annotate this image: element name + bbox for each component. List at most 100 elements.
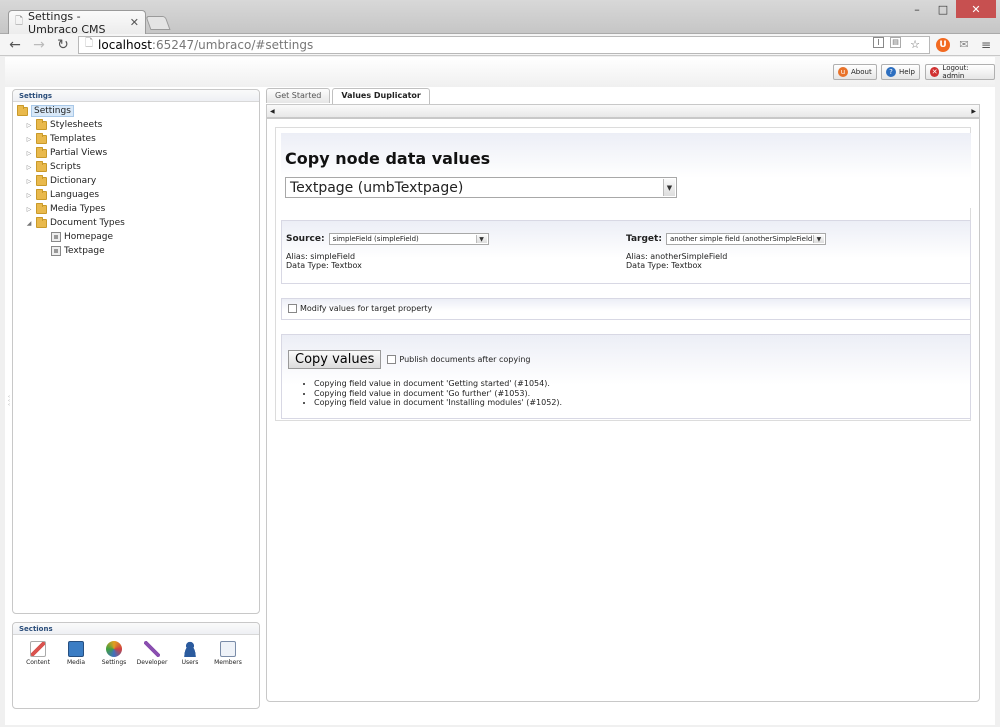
- page-icon: 🗋: [85, 38, 94, 49]
- doctype-box: Copy node data values Textpage (umbTextp…: [281, 133, 971, 208]
- tree-item-homepage[interactable]: Homepage: [17, 230, 255, 244]
- media-icon: [68, 641, 84, 657]
- source-alias: Alias: simpleField: [286, 252, 356, 261]
- section-users[interactable]: Users: [175, 641, 205, 666]
- target-label: Target:: [626, 234, 662, 244]
- maximize-button[interactable]: □: [930, 0, 956, 18]
- tree-item-templates[interactable]: ▷ Templates: [17, 132, 255, 146]
- collapse-arrow-icon[interactable]: ◢: [25, 220, 33, 227]
- modify-label: Modify values for target property: [300, 304, 433, 313]
- window-close-button[interactable]: ✕: [956, 0, 996, 18]
- page-icon: 🗋: [15, 16, 24, 27]
- folder-icon: [36, 188, 47, 200]
- help-icon: ?: [886, 67, 896, 77]
- page-title: Copy node data values: [285, 149, 491, 168]
- tree-item-label: Stylesheets: [50, 120, 103, 130]
- url-host: localhost: [98, 37, 152, 52]
- folder-icon: [36, 174, 47, 186]
- copy-values-button[interactable]: Copy values: [288, 350, 382, 369]
- tree-item-textpage[interactable]: Textpage: [17, 244, 255, 258]
- doctype-selected-value: Textpage (umbTextpage): [290, 179, 464, 196]
- back-arrow-icon[interactable]: ←: [6, 36, 24, 54]
- tree-item-label: Dictionary: [50, 176, 97, 186]
- modify-checkbox[interactable]: [288, 304, 297, 313]
- folder-icon: [36, 216, 47, 228]
- menu-icon[interactable]: ≡: [978, 37, 994, 53]
- target-select[interactable]: another simple field (anotherSimpleField…: [665, 233, 826, 245]
- doctype-select[interactable]: Textpage (umbTextpage) ▼: [285, 177, 677, 198]
- folder-icon: [36, 118, 47, 130]
- bookmark-star-icon[interactable]: ☆: [907, 37, 923, 53]
- tree-item-document-types[interactable]: ◢ Document Types: [17, 216, 255, 230]
- modify-box: Modify values for target property: [281, 298, 971, 320]
- section-label: Developer: [136, 659, 168, 666]
- copy-row: Copy values Publish documents after copy…: [288, 350, 530, 369]
- tab-close-icon[interactable]: ✕: [130, 16, 139, 29]
- expand-arrow-icon[interactable]: ▷: [25, 164, 33, 171]
- tree-item-label: Media Types: [50, 204, 106, 214]
- expand-arrow-icon[interactable]: ▷: [25, 150, 33, 157]
- section-label: Members: [214, 659, 242, 666]
- tab-values-duplicator[interactable]: Values Duplicator: [332, 88, 430, 104]
- publish-row: Publish documents after copying: [387, 355, 530, 364]
- expand-arrow-icon[interactable]: ▷: [25, 206, 33, 213]
- members-card-icon: [220, 641, 236, 657]
- umbraco-topbar: u About ? Help ✕ Logout: admin: [5, 57, 995, 87]
- tab-scroll-bar[interactable]: ◀ ▶: [266, 104, 980, 118]
- reader-icon[interactable]: I: [873, 36, 884, 48]
- window-controls: – □ ✕: [904, 0, 996, 18]
- mail-icon[interactable]: ✉: [956, 37, 972, 53]
- tree-item-dictionary[interactable]: ▷ Dictionary: [17, 174, 255, 188]
- scroll-right-icon[interactable]: ▶: [971, 108, 976, 115]
- folder-icon: [36, 202, 47, 214]
- about-button[interactable]: u About: [833, 64, 877, 80]
- source-meta: Alias: simpleField Data Type: Textbox: [286, 252, 362, 270]
- tree-item-partial-views[interactable]: ▷ Partial Views: [17, 146, 255, 160]
- tab-get-started[interactable]: Get Started: [266, 88, 331, 103]
- logout-icon: ✕: [930, 67, 940, 77]
- panel-splitter-handle[interactable]: ‹ ‹ ‹: [8, 395, 10, 408]
- expand-arrow-icon[interactable]: ▷: [25, 178, 33, 185]
- tree-item-languages[interactable]: ▷ Languages: [17, 188, 255, 202]
- source-select[interactable]: simpleField (simpleField) ▼: [328, 233, 489, 245]
- modify-row: Modify values for target property: [288, 304, 432, 313]
- sections-list: Content Media Settings Developer Users M…: [13, 635, 259, 672]
- tree-item-label: Partial Views: [50, 148, 108, 158]
- umbraco-app: u About ? Help ✕ Logout: admin Settings …: [5, 57, 995, 725]
- target-row: Target: another simple field (anotherSim…: [626, 233, 826, 245]
- section-developer[interactable]: Developer: [137, 641, 167, 666]
- tree-item-media-types[interactable]: ▷ Media Types: [17, 202, 255, 216]
- browser-tab[interactable]: 🗋 Settings - Umbraco CMS ✕: [8, 10, 146, 36]
- expand-arrow-icon[interactable]: ▷: [25, 192, 33, 199]
- section-content[interactable]: Content: [23, 641, 53, 666]
- section-media[interactable]: Media: [61, 641, 91, 666]
- new-tab-button[interactable]: [145, 16, 171, 30]
- publish-checkbox[interactable]: [387, 355, 397, 364]
- tree-item-label: Languages: [50, 190, 100, 200]
- tree-item-scripts[interactable]: ▷ Scripts: [17, 160, 255, 174]
- settings-tree: Settings ▷ Stylesheets ▷ Templates ▷ Partia…: [13, 102, 259, 260]
- chevron-down-icon: ▼: [663, 179, 675, 196]
- umbraco-extension-icon[interactable]: U: [936, 37, 950, 52]
- sections-panel-header: Sections: [13, 623, 259, 635]
- help-button[interactable]: ? Help: [881, 64, 920, 80]
- logout-button[interactable]: ✕ Logout: admin: [925, 64, 995, 80]
- page-action-icon[interactable]: ▤: [890, 36, 901, 48]
- section-settings[interactable]: Settings: [99, 641, 129, 666]
- document-type-icon: [51, 232, 61, 242]
- address-bar[interactable]: 🗋 localhost:65247/umbraco/#settings I ▤ …: [78, 35, 930, 54]
- minimize-button[interactable]: –: [904, 0, 930, 18]
- tree-item-stylesheets[interactable]: ▷ Stylesheets: [17, 118, 255, 132]
- expand-arrow-icon[interactable]: ▷: [25, 122, 33, 129]
- source-datatype: Data Type: Textbox: [286, 261, 362, 270]
- browser-toolbar: ← → ↻ 🗋 localhost:65247/umbraco/#setting…: [0, 34, 1000, 56]
- folder-icon: [36, 146, 47, 158]
- scroll-left-icon[interactable]: ◀: [270, 108, 275, 115]
- forward-arrow-icon[interactable]: →: [30, 36, 48, 54]
- expand-arrow-icon[interactable]: ▷: [25, 136, 33, 143]
- tree-item-label: Document Types: [50, 218, 125, 228]
- tree-root[interactable]: Settings: [17, 104, 255, 118]
- tree-item-label: Homepage: [64, 232, 114, 242]
- section-members[interactable]: Members: [213, 641, 243, 666]
- reload-icon[interactable]: ↻: [54, 36, 72, 54]
